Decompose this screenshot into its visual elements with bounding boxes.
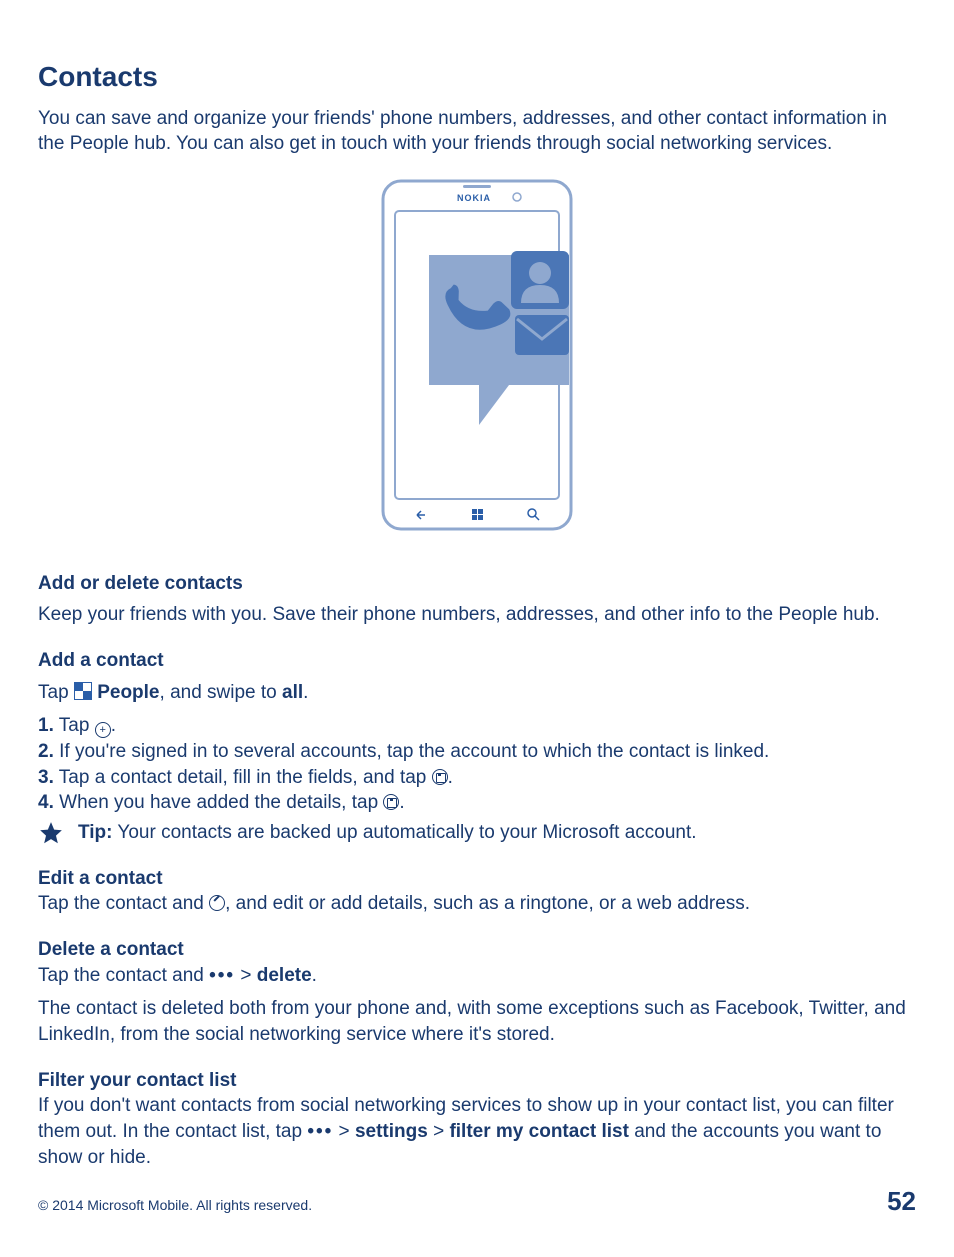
txt: >: [428, 1121, 450, 1142]
txt: , and edit or add details, such as a rin…: [225, 893, 750, 914]
txt: .: [111, 715, 116, 736]
step-num: 4.: [38, 792, 54, 813]
tip-row: Tip: Your contacts are backed up automat…: [38, 820, 916, 846]
all-label: all: [282, 682, 303, 703]
delete-contact-body: The contact is deleted both from your ph…: [38, 996, 916, 1047]
txt: .: [448, 767, 453, 788]
add-contact-heading: Add a contact: [38, 648, 916, 674]
star-icon: [38, 820, 64, 846]
txt: .: [303, 682, 308, 703]
step-num: 2.: [38, 741, 54, 762]
filter-heading: Filter your contact list: [38, 1068, 916, 1094]
phone-brand-label: NOKIA: [457, 193, 491, 203]
people-tile-icon: [74, 682, 92, 700]
phone-illustration: NOKIA: [38, 175, 916, 543]
delete-contact-line: Tap the contact and ••• > delete.: [38, 963, 916, 989]
txt: Tap the contact and: [38, 893, 209, 914]
txt: .: [399, 792, 404, 813]
delete-label: delete: [257, 965, 312, 986]
tip-label: Tip:: [78, 822, 112, 843]
step-num: 1.: [38, 715, 54, 736]
filter-body: If you don't want contacts from social n…: [38, 1093, 916, 1170]
plus-circle-icon: +: [95, 722, 111, 738]
page-footer: © 2014 Microsoft Mobile. All rights rese…: [38, 1184, 916, 1219]
txt: If you're signed in to several accounts,…: [54, 741, 769, 762]
add-delete-body: Keep your friends with you. Save their p…: [38, 602, 916, 628]
txt: Tap the contact and: [38, 965, 209, 986]
txt: Tap: [54, 715, 95, 736]
step-num: 3.: [38, 767, 54, 788]
add-delete-heading: Add or delete contacts: [38, 571, 916, 597]
txt: >: [235, 965, 257, 986]
txt: When you have added the details, tap: [54, 792, 384, 813]
add-contact-line: Tap People, and swipe to all.: [38, 680, 916, 706]
steps-list: 1. Tap +. 2. If you're signed in to seve…: [38, 713, 916, 816]
copyright-text: © 2014 Microsoft Mobile. All rights rese…: [38, 1196, 312, 1215]
delete-contact-heading: Delete a contact: [38, 937, 916, 963]
edit-contact-heading: Edit a contact: [38, 866, 916, 892]
intro-text: You can save and organize your friends' …: [38, 106, 916, 157]
edit-circle-icon: [209, 895, 225, 911]
page-title: Contacts: [38, 58, 916, 96]
more-dots-icon: •••: [307, 1121, 333, 1142]
more-dots-icon: •••: [209, 965, 235, 986]
settings-label: settings: [355, 1121, 428, 1142]
txt: .: [312, 965, 317, 986]
windows-icon: [472, 509, 483, 520]
save-circle-icon: [432, 769, 448, 785]
edit-contact-body: Tap the contact and , and edit or add de…: [38, 891, 916, 917]
txt: Tap a contact detail, fill in the fields…: [54, 767, 432, 788]
txt: Your contacts are backed up automaticall…: [112, 822, 696, 843]
txt: Tap: [38, 682, 74, 703]
txt: >: [333, 1121, 355, 1142]
search-icon: [528, 509, 536, 517]
save-circle-icon: [383, 794, 399, 810]
back-icon: [417, 511, 425, 519]
txt: , and swipe to: [160, 682, 283, 703]
people-label: People: [97, 682, 159, 703]
filter-label: filter my contact list: [449, 1121, 629, 1142]
page-number: 52: [887, 1184, 916, 1219]
tip-text: Tip: Your contacts are backed up automat…: [78, 820, 697, 846]
